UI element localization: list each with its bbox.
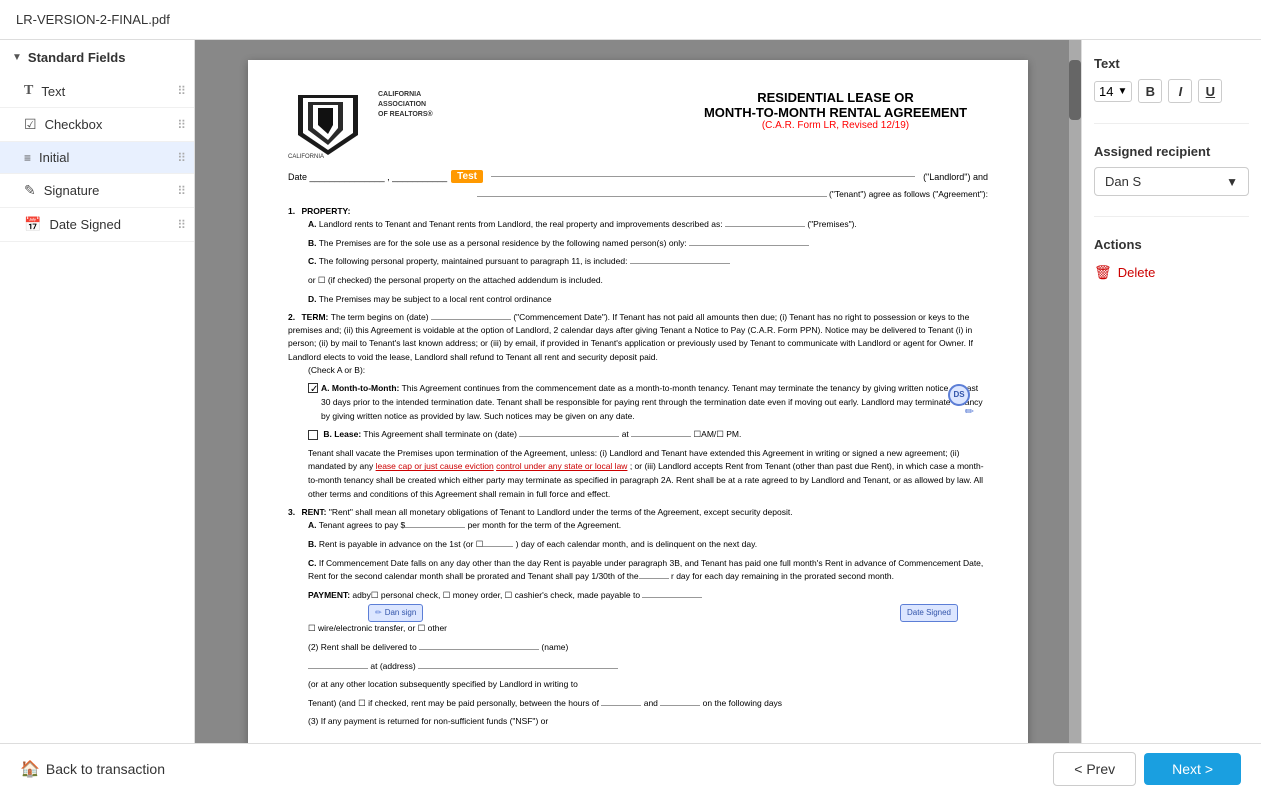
bold-button[interactable]: B [1138, 79, 1162, 103]
sidebar-item-text[interactable]: T Text ⠿ [0, 75, 194, 108]
section-1: 1. PROPERTY: A. Landlord rents to Tenant… [288, 205, 988, 306]
text-toolbar: 14 ▼ B I U [1094, 79, 1249, 103]
drag-handle-date-signed[interactable]: ⠿ [177, 218, 186, 232]
trash-icon: 🗑 [1094, 264, 1112, 281]
drag-handle-checkbox[interactable]: ⠿ [177, 118, 186, 132]
sidebar-initial-label: Initial [39, 150, 182, 165]
section-3: 3. RENT: "Rent" shall mean all monetary … [288, 506, 988, 729]
section2-title: TERM: [301, 312, 330, 322]
doc-form-number: (C.A.R. Form LR, Revised 12/19) [683, 120, 988, 131]
italic-button[interactable]: I [1168, 79, 1192, 103]
bottom-bar: 🏠 Back to transaction < Prev Next > [0, 743, 1261, 793]
doc-date-line: Date _______________ , ___________ Test … [288, 170, 988, 183]
assigned-recipient-title: Assigned recipient [1094, 144, 1249, 159]
drag-handle-signature[interactable]: ⠿ [177, 184, 186, 198]
filename-label: LR-VERSION-2-FINAL.pdf [16, 12, 170, 27]
sidebar-item-signature[interactable]: ✎ Signature ⠿ [0, 174, 194, 208]
doc-body: 1. PROPERTY: A. Landlord rents to Tenant… [288, 205, 988, 729]
drag-handle-text[interactable]: ⠿ [177, 84, 186, 98]
org-name: CALIFORNIA ASSOCIATION OF REALTORS® [378, 90, 683, 119]
doc-title2: MONTH-TO-MONTH RENTAL AGREEMENT [683, 105, 988, 120]
divider-2 [1094, 216, 1249, 217]
pen-sign-icon: ✏ [375, 607, 382, 620]
svg-text:CALIFORNIA: CALIFORNIA [288, 154, 324, 160]
dan-sign-badge[interactable]: ✏ Dan sign [368, 604, 423, 623]
text-section: Text 14 ▼ B I U [1094, 56, 1249, 103]
home-icon: 🏠 [20, 759, 40, 779]
back-label: Back to transaction [46, 761, 165, 777]
right-panel: Text 14 ▼ B I U Assigned recipient [1081, 40, 1261, 743]
font-size-value: 14 [1099, 84, 1113, 99]
sidebar-signature-label: Signature [44, 183, 182, 198]
actions-section: Actions 🗑 Delete [1094, 237, 1249, 285]
delete-label: Delete [1118, 265, 1156, 280]
test-badge: Test [451, 170, 483, 183]
nav-buttons: < Prev Next > [1053, 752, 1241, 786]
back-to-transaction-link[interactable]: 🏠 Back to transaction [20, 759, 165, 779]
main-layout: ▼ Standard Fields T Text ⠿ ☑ Checkbox ⠿ … [0, 40, 1261, 743]
drag-handle-initial[interactable]: ⠿ [177, 151, 186, 165]
calendar-icon: 📅 [24, 216, 41, 233]
pen-icon: ✏ [965, 404, 974, 422]
underline-button[interactable]: U [1198, 79, 1222, 103]
next-button[interactable]: Next > [1144, 753, 1241, 785]
prev-button[interactable]: < Prev [1053, 752, 1136, 786]
section1-title: PROPERTY: [301, 206, 350, 216]
tenant-line: ("Tenant") agree as follows ("Agreement"… [288, 189, 988, 199]
chevron-down-recipient-icon: ▼ [1226, 175, 1238, 189]
section-2: 2. TERM: The term begins on (date) ("Com… [288, 311, 988, 501]
doc-title1: RESIDENTIAL LEASE OR [683, 90, 988, 105]
sidebar-item-date-signed[interactable]: 📅 Date Signed ⠿ [0, 208, 194, 242]
signature-icon: ✎ [24, 182, 36, 199]
chevron-down-font-icon: ▼ [1117, 86, 1127, 97]
text-section-title: Text [1094, 56, 1249, 71]
doc-header: CALIFORNIA CALIFORNIA ASSOCIATION OF REA… [288, 90, 988, 160]
sidebar-item-checkbox[interactable]: ☑ Checkbox ⠿ [0, 108, 194, 142]
date-signed-badge[interactable]: Date Signed [900, 604, 958, 623]
recipient-name: Dan S [1105, 174, 1141, 189]
font-size-select[interactable]: 14 ▼ [1094, 81, 1132, 102]
document-container: CALIFORNIA CALIFORNIA ASSOCIATION OF REA… [248, 60, 1028, 743]
actions-title: Actions [1094, 237, 1249, 252]
assigned-recipient-section: Assigned recipient Dan S ▼ [1094, 144, 1249, 196]
sidebar-text-label: Text [41, 84, 182, 99]
standard-fields-header[interactable]: ▼ Standard Fields [0, 40, 194, 75]
text-icon: T [24, 83, 33, 99]
checkbox-icon: ☑ [24, 116, 37, 133]
car-logo: CALIFORNIA [288, 90, 368, 160]
doc-title-area: RESIDENTIAL LEASE OR MONTH-TO-MONTH RENT… [683, 90, 988, 131]
divider-1 [1094, 123, 1249, 124]
top-bar: LR-VERSION-2-FINAL.pdf [0, 0, 1261, 40]
sidebar-item-initial[interactable]: ≡ Initial ⠿ [0, 142, 194, 174]
sidebar-checkbox-label: Checkbox [45, 117, 182, 132]
left-sidebar: ▼ Standard Fields T Text ⠿ ☑ Checkbox ⠿ … [0, 40, 195, 743]
sidebar-date-signed-label: Date Signed [49, 217, 182, 232]
chevron-down-icon: ▼ [12, 52, 22, 63]
initial-icon: ≡ [24, 151, 31, 165]
delete-button[interactable]: 🗑 Delete [1094, 260, 1249, 285]
center-area: CALIFORNIA CALIFORNIA ASSOCIATION OF REA… [195, 40, 1081, 743]
standard-fields-label: Standard Fields [28, 50, 126, 65]
recipient-dropdown[interactable]: Dan S ▼ [1094, 167, 1249, 196]
